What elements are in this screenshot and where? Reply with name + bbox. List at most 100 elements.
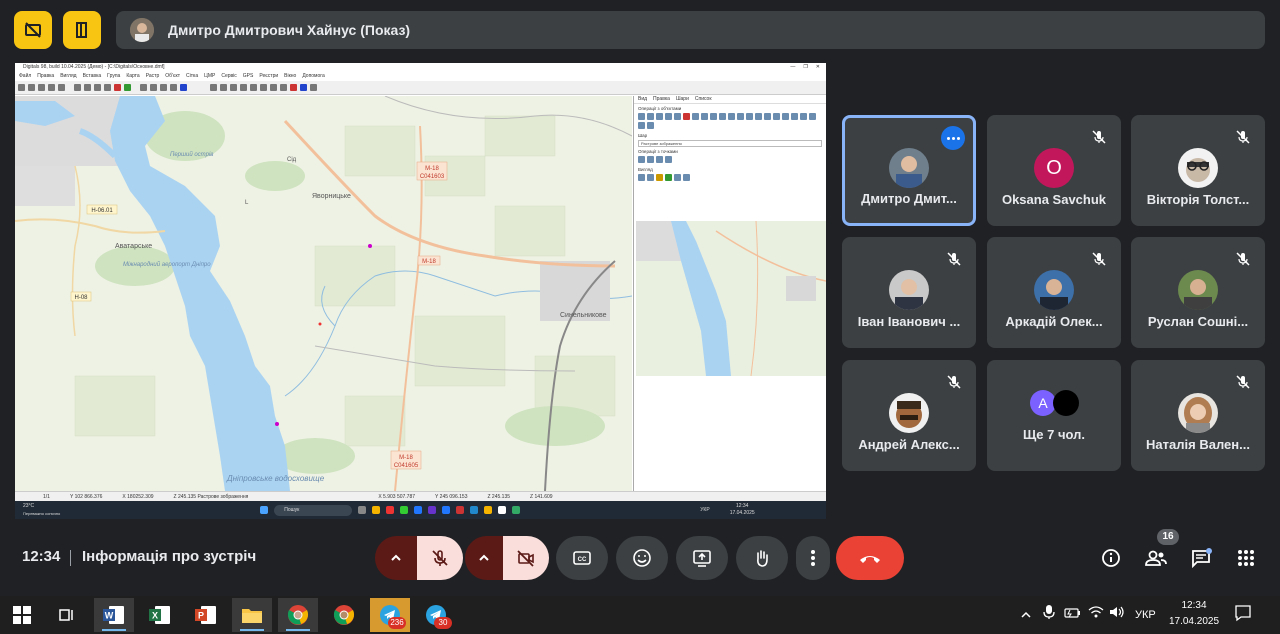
- screen-toolbar: [15, 81, 826, 95]
- svg-text:CC: CC: [578, 557, 587, 563]
- taskbar-chrome-1[interactable]: [278, 598, 318, 632]
- place-island: Перший острів: [170, 151, 213, 158]
- participant-tile-3[interactable]: Вікторія Толст...: [1131, 115, 1265, 226]
- mic-off-icon: [1236, 375, 1250, 389]
- powerpoint-icon: P: [195, 606, 216, 624]
- taskbar-telegram-1[interactable]: 236: [370, 598, 410, 632]
- participant-tile-6[interactable]: Руслан Сошні...: [1131, 237, 1265, 348]
- task-view-icon: [59, 609, 73, 621]
- emoji-icon: [633, 549, 651, 567]
- task-view-button[interactable]: [46, 598, 86, 632]
- chrome-icon: [287, 605, 309, 625]
- screen-search: Пошук: [274, 504, 353, 516]
- participant-tile-9[interactable]: Наталія Вален...: [1131, 360, 1265, 471]
- participant-avatar: [1178, 393, 1218, 433]
- svg-text:X: X: [152, 611, 158, 621]
- tray-wifi-icon[interactable]: [1088, 605, 1104, 624]
- taskbar-file-explorer[interactable]: [232, 598, 272, 632]
- screen-side-panel: Вид Правка Шари Список Операції з об'єктам…: [633, 96, 826, 491]
- camera-options-button[interactable]: [465, 536, 503, 580]
- participant-name: Іван Іванович ...: [857, 314, 961, 329]
- place-reservoir: Дніпровське водосховище: [226, 474, 325, 483]
- participant-name: Андрей Алекс...: [858, 437, 960, 452]
- place-avatorske: Аватарське: [115, 243, 152, 250]
- taskbar-powerpoint[interactable]: P: [186, 598, 226, 632]
- taskbar-word[interactable]: W: [94, 598, 134, 632]
- layer-select: Растрове зображення: [638, 140, 822, 147]
- chevron-up-icon: [479, 554, 489, 561]
- participant-tile-5[interactable]: Аркадій Олек...: [987, 237, 1121, 348]
- participant-name: Oksana Savchuk: [1001, 192, 1107, 207]
- tray-language[interactable]: УКР: [1135, 609, 1156, 621]
- layout-button[interactable]: [63, 11, 101, 49]
- present-screen-button[interactable]: [676, 536, 728, 580]
- panel-tabs: Вид Правка Шари Список: [634, 96, 826, 104]
- people-button[interactable]: [1144, 546, 1168, 570]
- activities-button[interactable]: [1234, 546, 1258, 570]
- captions-icon: CC: [573, 551, 591, 565]
- screen-taskbar: 23°C Переважно сонячно Пошук УКР 12:34 17.…: [15, 501, 826, 519]
- participant-tile-more[interactable]: А Ще 7 чол.: [987, 360, 1121, 471]
- excel-icon: X: [149, 606, 170, 624]
- tray-time[interactable]: 12:34: [1171, 600, 1217, 611]
- screen-status-bar: 1/1 Y 102 866.376 X 180252.309 Z 245.135 Р…: [15, 491, 826, 501]
- mic-off-icon: [1092, 130, 1106, 144]
- place-airport: Міжнародний аеропорт Дніпро: [123, 261, 211, 268]
- mic-off-icon: [432, 550, 448, 566]
- participant-avatar: [1178, 270, 1218, 310]
- participant-tile-7[interactable]: Андрей Алекс...: [842, 360, 976, 471]
- participant-name: Руслан Сошні...: [1147, 314, 1249, 329]
- participant-name: Наталія Вален...: [1146, 437, 1250, 452]
- participant-avatar: [889, 148, 929, 188]
- taskbar-chrome-2[interactable]: [324, 598, 364, 632]
- road-label-h0601: Н-06.01: [91, 208, 113, 214]
- mic-off-icon: [947, 252, 961, 266]
- svg-text:W: W: [105, 611, 114, 621]
- shared-screen: Digitals 98, build 10.04.2025 (Демо) - […: [15, 63, 826, 519]
- taskbar-telegram-2[interactable]: 30: [416, 598, 456, 632]
- reactions-button[interactable]: [616, 536, 668, 580]
- svg-text:P: P: [198, 611, 204, 621]
- chevron-up-icon: [391, 554, 401, 561]
- captions-off-button[interactable]: [14, 11, 52, 49]
- road-label-c041605: С041605: [394, 463, 419, 469]
- telegram-unread-badge: 30: [434, 617, 452, 629]
- present-icon: [76, 22, 87, 38]
- participant-initial-avatar: O: [1034, 148, 1074, 188]
- camera-off-icon: [517, 550, 534, 567]
- mic-control: [375, 536, 463, 580]
- participant-avatar: [889, 270, 929, 310]
- notification-icon: [1235, 605, 1251, 622]
- notifications-button[interactable]: [1234, 604, 1252, 627]
- tray-date[interactable]: 17.04.2025: [1167, 616, 1221, 627]
- screen-menu-bar: Файл Правка Вигляд Вставка Група Карта Растр…: [15, 72, 826, 81]
- start-button[interactable]: [2, 598, 42, 632]
- apps-grid-icon: [1238, 550, 1254, 566]
- tray-volume-icon[interactable]: [1109, 605, 1125, 624]
- participant-tile-4[interactable]: Іван Іванович ...: [842, 237, 976, 348]
- meeting-details-button[interactable]: [1099, 546, 1123, 570]
- participant-tile-2[interactable]: O Oksana Savchuk: [987, 115, 1121, 226]
- camera-toggle-button[interactable]: [503, 536, 549, 580]
- place-synelnykove: Синельникове: [560, 312, 607, 319]
- chrome-icon: [333, 605, 355, 625]
- meeting-info-title[interactable]: Інформація про зустріч: [82, 548, 256, 565]
- participant-tile-1[interactable]: Дмитро Дмит...: [842, 115, 976, 226]
- mic-toggle-button[interactable]: [417, 536, 463, 580]
- present-screen-icon: [693, 550, 711, 567]
- tray-mic-icon[interactable]: [1043, 604, 1055, 625]
- raise-hand-button[interactable]: [736, 536, 788, 580]
- tray-overflow-icon[interactable]: [1020, 607, 1032, 625]
- mic-options-button[interactable]: [375, 536, 417, 580]
- captions-button[interactable]: CC: [556, 536, 608, 580]
- taskbar-excel[interactable]: X: [140, 598, 180, 632]
- end-call-button[interactable]: [836, 536, 904, 580]
- tray-battery-icon[interactable]: [1064, 606, 1082, 624]
- mic-off-icon: [947, 375, 961, 389]
- folder-icon: [242, 609, 262, 623]
- more-options-icon[interactable]: [941, 126, 965, 150]
- info-icon: [1102, 549, 1120, 567]
- meeting-clock: 12:34: [22, 548, 61, 565]
- chat-button[interactable]: [1189, 546, 1213, 570]
- more-options-button[interactable]: [796, 536, 830, 580]
